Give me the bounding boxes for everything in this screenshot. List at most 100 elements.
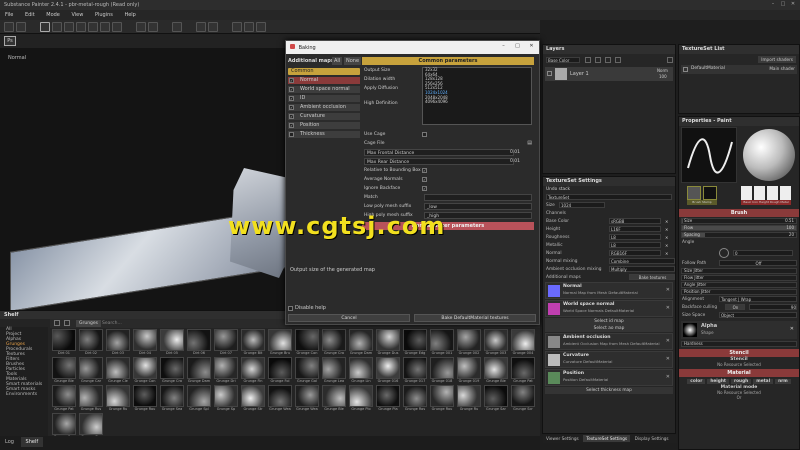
shelf-item[interactable]: Grunge Rou [133,385,157,413]
shelf-view-icon[interactable] [54,320,60,326]
minimize-button[interactable]: – [768,1,778,9]
shelf-item[interactable]: Grunge Wea [268,385,292,413]
shelf-item[interactable]: Grunge Gal [295,357,319,385]
select-none-button[interactable]: None [344,57,362,65]
project-tab-icon[interactable]: Ps [4,36,16,46]
dialog-close-button[interactable]: ✕ [527,43,536,49]
eraser-icon[interactable] [52,22,62,32]
add-folder-icon[interactable] [615,57,621,63]
stencil-no-resource[interactable]: No Resource Selected [679,362,799,367]
shelf-item[interactable]: Grunge Rou [430,385,454,413]
ts-name-field[interactable]: TextureSet [546,194,672,200]
cancel-button[interactable]: Cancel [288,314,410,322]
ts-channel-format[interactable]: sRGB8 [609,218,661,224]
bake-map-item[interactable]: ✓ Curvature [288,113,360,120]
material-channel-nrm[interactable]: nrm [775,379,791,384]
ts-map-remove-icon[interactable]: ✕ [666,356,670,362]
shelf-item[interactable]: Grunge Fin [241,357,265,385]
ts-map-remove-icon[interactable]: ✕ [666,374,670,380]
iron-thumb[interactable] [754,186,765,200]
shelf-item[interactable]: Grunge 001 [430,329,454,357]
add-mask-icon[interactable] [605,57,611,63]
shelf-item[interactable]: Dirt 06 [187,329,211,357]
shelf-item[interactable]: Grunge Edg [403,329,427,357]
camera-icon[interactable] [148,22,158,32]
menu-view[interactable]: View [66,10,88,20]
menu-file[interactable]: File [0,10,18,20]
material-channel-rough[interactable]: rough [730,379,752,384]
material-view-icon[interactable] [256,22,266,32]
tab-display-settings[interactable]: Display Settings [632,435,672,442]
output-size-dropdown[interactable]: 32x32 64x64 128x128 256x256 512x512 1024x1024… [422,67,532,125]
shelf-item[interactable]: Grunge 019 [457,357,481,385]
layer-opacity[interactable]: 100 [659,74,667,79]
ts-channel-format[interactable]: L8 [609,234,661,240]
cage-file-browse-icon[interactable]: ▤ [527,140,532,147]
shelf-item[interactable]: Grunge Ble [322,385,346,413]
bake-map-checkbox[interactable]: ✓ [289,114,294,119]
shelf-item[interactable]: Grunge Bit [241,329,265,357]
layer-visibility-icon[interactable] [547,71,552,76]
ts-channel-remove-icon[interactable]: ✕ [665,226,668,233]
layer-row[interactable]: Layer 1 Norm 100 [545,67,673,81]
ts-map-slot[interactable]: Ambient occlusion Ambient Occlusion Map f… [545,333,673,350]
layer-blend-mode[interactable]: Norm [657,68,668,73]
paint-brush-icon[interactable] [40,22,50,32]
ts-bake-textures-button[interactable]: Bake textures [629,274,675,280]
shelf-item[interactable]: Dirt 07 [214,329,238,357]
select-ao-map-button[interactable]: Select ao map [545,325,673,332]
shelf-item[interactable]: Grunge Cra [160,357,184,385]
shelf-item[interactable]: Grunge Con [295,329,319,357]
menu-plugins[interactable]: Plugins [90,10,118,20]
screenshot-icon[interactable] [208,22,218,32]
bake-map-item[interactable]: ✓ World space normal [288,86,360,93]
shelf-item[interactable]: Grunge Sea [160,385,184,413]
undo-stack-label[interactable]: Undo stack [543,186,675,193]
projection-icon[interactable] [64,22,74,32]
stamp-thumb[interactable] [703,186,717,200]
add-fill-layer-icon[interactable] [595,57,601,63]
shelf-item[interactable]: Grunge Str [241,385,265,413]
shelf-item[interactable]: Grunge 016 [376,357,400,385]
common-params-tab[interactable]: Common [288,68,360,75]
shelf-item[interactable]: Grunge Cle [106,357,130,385]
basic-thumb[interactable] [741,186,752,200]
ts-channel-format[interactable]: RGB16F [609,250,661,256]
shelf-item[interactable]: Grunge Cra [322,329,346,357]
shelf-item[interactable]: Grunge Sar [484,385,508,413]
average-normals-checkbox[interactable]: ✓ [422,177,427,182]
add-layer-icon[interactable] [585,57,591,63]
bake-map-checkbox[interactable]: ✓ [289,105,294,110]
shelf-item[interactable]: Grunge 002 [457,329,481,357]
render-icon[interactable] [196,22,206,32]
display-mode-icon[interactable] [172,22,182,32]
shelf-item[interactable]: Grunge Pat [511,357,535,385]
shelf-item[interactable]: Grunge Spl [187,385,211,413]
shelf-item[interactable]: Dirt 01 [52,329,76,357]
shelf-search-input[interactable]: Search... [102,320,202,327]
shelf-item[interactable]: Grunge Dam [187,357,211,385]
shelf-item[interactable]: Grunge Sp [214,385,238,413]
stencil-section-header[interactable]: Stencil [679,349,799,357]
bake-button[interactable]: Bake DefaultMaterial textures [414,314,536,322]
layer-channel-select[interactable]: Base Color [546,57,580,63]
dialog-minimize-button[interactable]: – [499,43,508,49]
ts-size-select[interactable]: 1024 [559,202,605,208]
material-channel-height[interactable]: height [707,379,729,384]
symmetry-icon[interactable] [136,22,146,32]
low-poly-suffix-field[interactable]: _low [424,203,532,210]
shelf-item[interactable]: Grunge Lea [322,357,346,385]
dialog-maximize-button[interactable]: □ [513,43,522,49]
ts-channel-remove-icon[interactable]: ✕ [665,250,668,257]
material-section-header[interactable]: Material [679,369,799,377]
ts-channel-remove-icon[interactable]: ✕ [665,218,668,225]
grid-icon[interactable] [16,22,26,32]
viewport-mode-icon[interactable] [4,22,14,32]
size-slider[interactable]: Size 0.51 [681,218,797,224]
bake-map-checkbox[interactable]: ✓ [289,87,294,92]
flow-jitter-slider[interactable]: Flow Jitter [681,275,797,281]
ts-map-slot[interactable]: World space normal World Space Normals De… [545,300,673,317]
size-space-select[interactable]: Object [719,312,797,318]
normal-mixing-select[interactable]: Combine [609,258,675,264]
shelf-item[interactable]: Grunge Ble [52,357,76,385]
